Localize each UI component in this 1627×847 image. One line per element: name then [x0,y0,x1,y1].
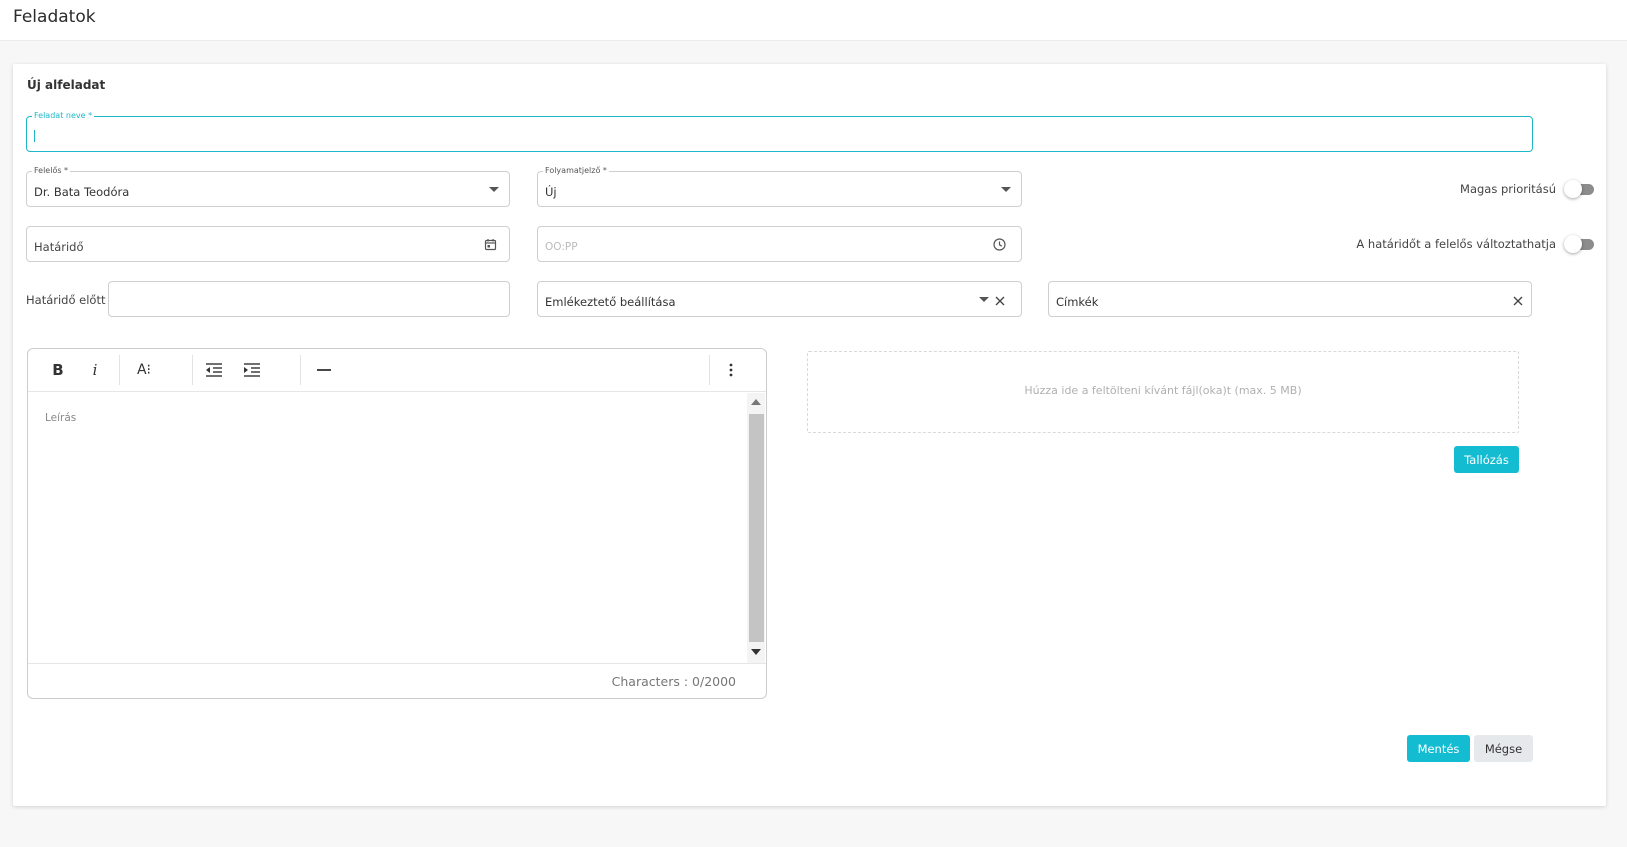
before-deadline-input[interactable] [108,281,510,317]
editor-scrollbar[interactable] [747,393,765,663]
status-label: Folyamatjelző * [543,166,609,176]
toolbar-divider [119,355,120,385]
browse-button[interactable]: Tallózás [1454,446,1519,473]
toolbar-divider [709,355,710,385]
save-button[interactable]: Mentés [1407,735,1470,762]
clock-icon[interactable] [993,238,1006,251]
task-name-label: Feladat neve * [32,111,95,121]
subtask-form-card: Új alfeladat Feladat neve * Felelős * Dr… [13,64,1606,806]
bold-button[interactable]: B [48,359,68,381]
responsible-select[interactable]: Felelős * Dr. Bata Teodóra [26,166,510,207]
italic-button[interactable]: i [86,359,104,381]
deadline-placeholder: Határidő [34,240,84,254]
status-select[interactable]: Folyamatjelző * Új [537,166,1022,207]
file-dropzone[interactable]: Húzza ide a feltölteni kívánt fájl(oka)t… [807,351,1519,433]
indent-button[interactable] [242,359,262,381]
outdent-icon [206,363,222,377]
deadline-changeable-label: A határidőt a felelős változtathatja [1356,237,1556,251]
deadline-field[interactable]: Határidő [26,226,510,262]
responsible-value: Dr. Bata Teodóra [34,185,130,199]
top-bar: Feladatok [0,0,1627,41]
scroll-down-arrow-icon[interactable] [751,649,761,655]
more-options-button[interactable] [724,359,738,381]
toolbar-divider [192,355,193,385]
toolbar-divider [300,355,301,385]
high-priority-label: Magas prioritású [1460,182,1556,196]
horizontal-rule-icon [317,369,331,371]
toggle-knob [1564,235,1582,253]
scrollbar-thumb[interactable] [749,414,764,642]
outdent-button[interactable] [204,359,224,381]
chevron-down-icon[interactable] [1001,187,1011,192]
font-size-button[interactable]: A⁝ [131,359,157,381]
task-name-field[interactable]: Feladat neve * [26,111,1533,152]
calendar-icon[interactable] [484,238,497,251]
scroll-up-arrow-icon[interactable] [751,399,761,405]
character-count: Characters : 0/2000 [611,674,736,689]
deadline-changeable-toggle[interactable] [1564,235,1594,253]
close-icon[interactable] [995,296,1005,306]
description-editor: B i A⁝ Leírás Characters: 0/2000 [27,348,767,699]
editor-toolbar: B i A⁝ [28,349,766,392]
toggle-knob [1564,180,1582,198]
form-title: Új alfeladat [27,78,106,92]
time-placeholder: OO:PP [545,241,578,253]
text-cursor [34,130,35,142]
more-vertical-icon [729,363,733,377]
horizontal-rule-button[interactable] [316,359,332,381]
status-value: Új [545,185,557,199]
description-placeholder: Leírás [45,412,77,424]
page-title: Feladatok [13,7,96,27]
reminder-select[interactable]: Emlékeztető beállítása [537,281,1022,317]
high-priority-toggle[interactable] [1564,180,1594,198]
before-deadline-label: Határidő előtt [26,293,106,307]
dropzone-text: Húzza ide a feltölteni kívánt fájl(oka)t… [1024,384,1302,397]
tags-input[interactable]: Címkék [1048,281,1532,317]
reminder-placeholder: Emlékeztető beállítása [545,295,676,309]
time-field[interactable]: OO:PP [537,226,1022,262]
responsible-label: Felelős * [32,166,71,176]
cancel-button[interactable]: Mégse [1474,735,1533,762]
editor-footer: Characters : 0/2000 [28,663,766,698]
indent-icon [244,363,260,377]
tags-placeholder: Címkék [1056,295,1099,309]
chevron-down-icon[interactable] [489,187,499,192]
deadline-changeable-row: A határidőt a felelős változtathatja [1356,235,1594,253]
chevron-down-icon[interactable] [979,297,989,302]
high-priority-row: Magas prioritású [1460,180,1594,198]
close-icon[interactable] [1513,296,1523,306]
